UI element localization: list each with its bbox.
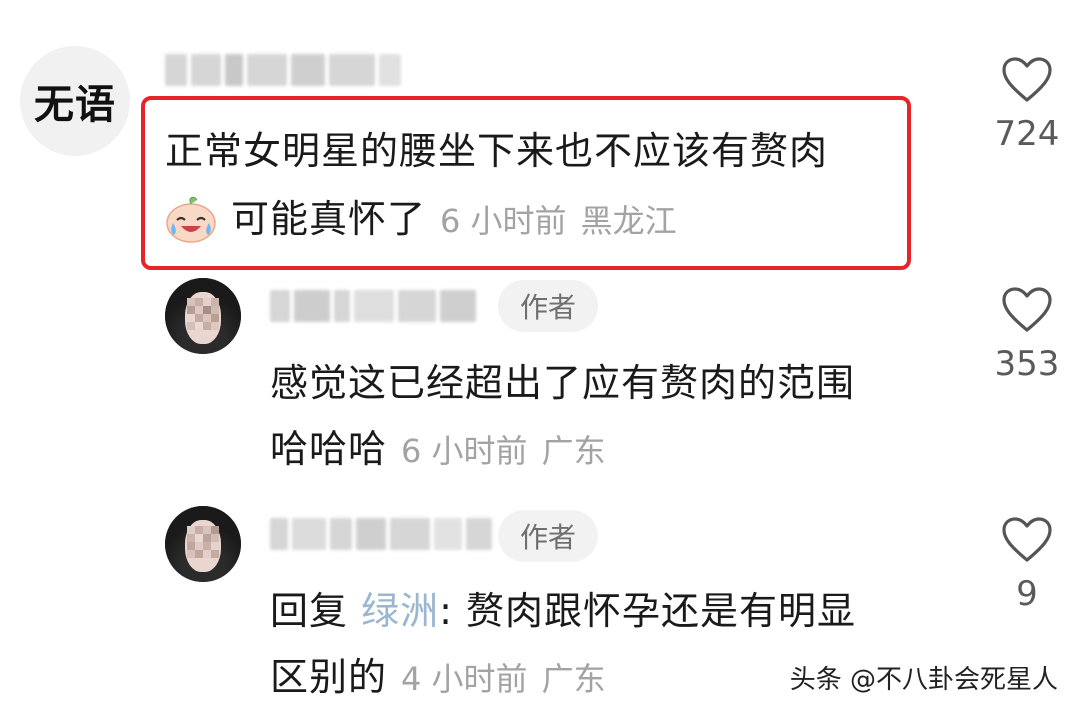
comment-line: 感觉这已经超出了应有赘肉的范围 xyxy=(270,361,856,405)
like-button[interactable]: 9 xyxy=(982,516,1072,614)
comment-thread: 无语 正常女明星的腰坐下来也不应该有赘肉 可能真怀了6 小时前黑龙江 724 xyxy=(0,0,1080,714)
heart-outline-icon xyxy=(1002,287,1052,332)
heart-outline-icon xyxy=(1002,57,1052,102)
like-button[interactable]: 724 xyxy=(982,56,1072,154)
comment-text: 正常女明星的腰坐下来也不应该有赘肉 xyxy=(165,120,828,175)
comment-text-second-line: 区别的 4 小时前 广东 xyxy=(270,646,606,701)
comment-text-second-line: 哈哈哈 6 小时前 广东 xyxy=(270,418,606,473)
comment-text-second-line: 可能真怀了 6 小时前 黑龙江 xyxy=(165,188,677,247)
crying-laughing-emoji-icon xyxy=(166,196,216,243)
comment-location: 广东 xyxy=(541,432,606,470)
avatar-text: 无语 xyxy=(34,82,116,128)
username-blurred[interactable] xyxy=(270,514,492,554)
comment-location: 广东 xyxy=(541,660,606,698)
comment-line: : 赘肉跟怀孕还是有明显 xyxy=(439,589,857,633)
like-count: 353 xyxy=(994,344,1060,384)
author-badge: 作者 xyxy=(498,510,598,562)
comment-location: 黑龙江 xyxy=(580,202,677,240)
heart-outline-icon xyxy=(1002,517,1052,562)
avatar[interactable] xyxy=(165,506,241,582)
reply-mention[interactable]: 绿洲 xyxy=(361,589,439,633)
author-badge: 作者 xyxy=(498,280,598,332)
comment-line: 可能真怀了 xyxy=(231,197,427,241)
watermark: 头条 @不八卦会死星人 xyxy=(789,665,1058,695)
like-button[interactable]: 353 xyxy=(982,286,1072,384)
comment-text: 回复 绿洲: 赘肉跟怀孕还是有明显 xyxy=(270,580,856,635)
comment-time: 6 小时前 xyxy=(401,432,528,470)
username-blurred[interactable] xyxy=(270,286,476,326)
comment-time: 6 小时前 xyxy=(440,202,567,240)
comment-line: 正常女明星的腰坐下来也不应该有赘肉 xyxy=(165,129,829,173)
like-count: 9 xyxy=(1016,574,1038,614)
comment-line: 区别的 xyxy=(270,655,388,699)
comment-line: 哈哈哈 xyxy=(270,427,388,471)
avatar[interactable] xyxy=(165,278,241,354)
username-blurred[interactable] xyxy=(165,50,401,90)
comment-text: 感觉这已经超出了应有赘肉的范围 xyxy=(270,352,855,407)
comment-time: 4 小时前 xyxy=(401,660,528,698)
reply-prefix: 回复 xyxy=(270,589,349,633)
avatar[interactable]: 无语 xyxy=(20,46,130,156)
like-count: 724 xyxy=(994,114,1060,154)
